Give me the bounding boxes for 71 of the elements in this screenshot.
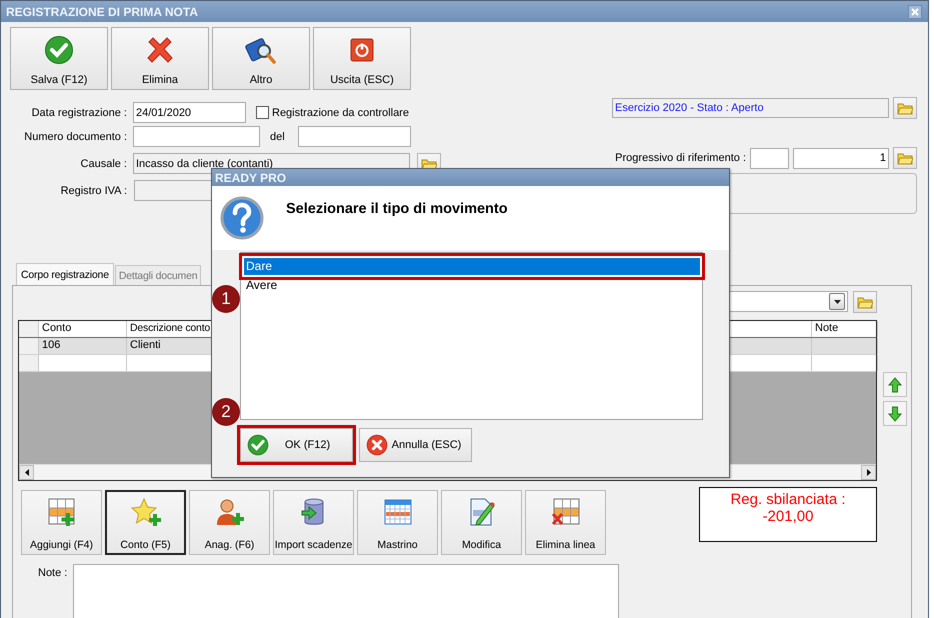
power-icon [350, 38, 374, 62]
magnifier-icon [245, 35, 277, 65]
close-icon [911, 8, 919, 16]
document-number-field[interactable] [133, 126, 260, 147]
reference-prefix-field[interactable] [750, 148, 789, 168]
reference-number-field[interactable]: 1 [793, 148, 889, 168]
date-field[interactable]: 24/01/2020 [133, 102, 246, 123]
action-button[interactable]: Import scadenze [273, 490, 354, 555]
folder-icon [857, 295, 873, 309]
folder-icon [897, 151, 913, 165]
window-title: REGISTRAZIONE DI PRIMA NOTA [6, 4, 199, 18]
cancel-button[interactable]: Annulla (ESC) [359, 428, 472, 462]
question-icon [220, 196, 264, 240]
ok-button[interactable]: OK (F12) [240, 428, 353, 462]
move-down-button[interactable] [883, 401, 907, 426]
table-add-icon [46, 497, 76, 527]
move-up-button[interactable] [883, 372, 907, 397]
field-label: Causale : [80, 158, 128, 170]
caret-icon [834, 300, 840, 304]
balance-value: -201,00 [762, 508, 814, 525]
field-label: Numero documento : [23, 130, 128, 142]
checkbox-label: Registrazione da controllare [272, 106, 409, 118]
check-icon [247, 434, 269, 456]
action-button[interactable]: Elimina linea [525, 490, 606, 555]
toolbar-button[interactable]: Altro [212, 27, 310, 90]
checkbox[interactable] [256, 106, 269, 119]
column-header[interactable]: Note [812, 321, 878, 337]
notes-field[interactable] [73, 564, 620, 618]
list-option[interactable]: Avere [244, 277, 700, 294]
field-label: del [270, 130, 286, 142]
table-cell: 106 [39, 338, 127, 354]
calendar-icon [382, 497, 412, 527]
up-arrow-icon [888, 376, 902, 392]
folder-button[interactable] [853, 291, 877, 313]
tab[interactable]: Corpo registrazione [16, 263, 114, 285]
user-add-icon [214, 497, 244, 527]
balance-label: Reg. sbilanciata : [730, 491, 846, 508]
fiscal-year-field[interactable]: Esercizio 2020 - Stato : Aperto [612, 98, 889, 118]
field-label: Data registrazione : [30, 106, 128, 118]
toolbar-button[interactable]: Uscita (ESC) [313, 27, 411, 90]
check-icon [44, 35, 74, 65]
cancel-icon [366, 434, 388, 456]
left-arrow-icon [24, 469, 28, 476]
folder-icon [421, 156, 437, 170]
cross-icon [145, 35, 175, 65]
action-button[interactable]: Modifica [441, 490, 522, 555]
folder-button[interactable] [893, 147, 917, 169]
folder-icon [897, 101, 913, 115]
toolbar-button[interactable]: Salva (F12) [10, 27, 108, 90]
folder-button[interactable] [893, 97, 917, 119]
field-label: Progressivo di riferimento : [615, 152, 746, 164]
dialog-message: Selezionare il tipo di movimento [286, 201, 508, 217]
table-delete-icon [550, 497, 580, 527]
action-button[interactable]: Aggiungi (F4) [21, 490, 102, 555]
list-option[interactable]: Dare [244, 258, 700, 275]
document-date-field[interactable] [298, 126, 411, 147]
tab[interactable]: Dettagli documen [114, 265, 202, 285]
action-button[interactable]: Mastrino [357, 490, 438, 555]
action-button[interactable]: Anag. (F6) [189, 490, 270, 555]
column-header[interactable]: Conto [39, 321, 127, 337]
field-label: Note : [38, 566, 68, 581]
down-arrow-icon [888, 406, 902, 422]
action-button[interactable]: Conto (F5) [105, 490, 186, 555]
right-arrow-icon [866, 469, 870, 476]
toolbar-button[interactable]: Elimina [111, 27, 209, 90]
star-add-icon [130, 497, 162, 527]
callout-badge: 1 [212, 285, 240, 313]
close-button[interactable] [908, 4, 922, 18]
callout-badge: 2 [212, 398, 240, 426]
dropdown-button[interactable] [829, 293, 845, 310]
field-label: Registro IVA : [60, 184, 128, 196]
